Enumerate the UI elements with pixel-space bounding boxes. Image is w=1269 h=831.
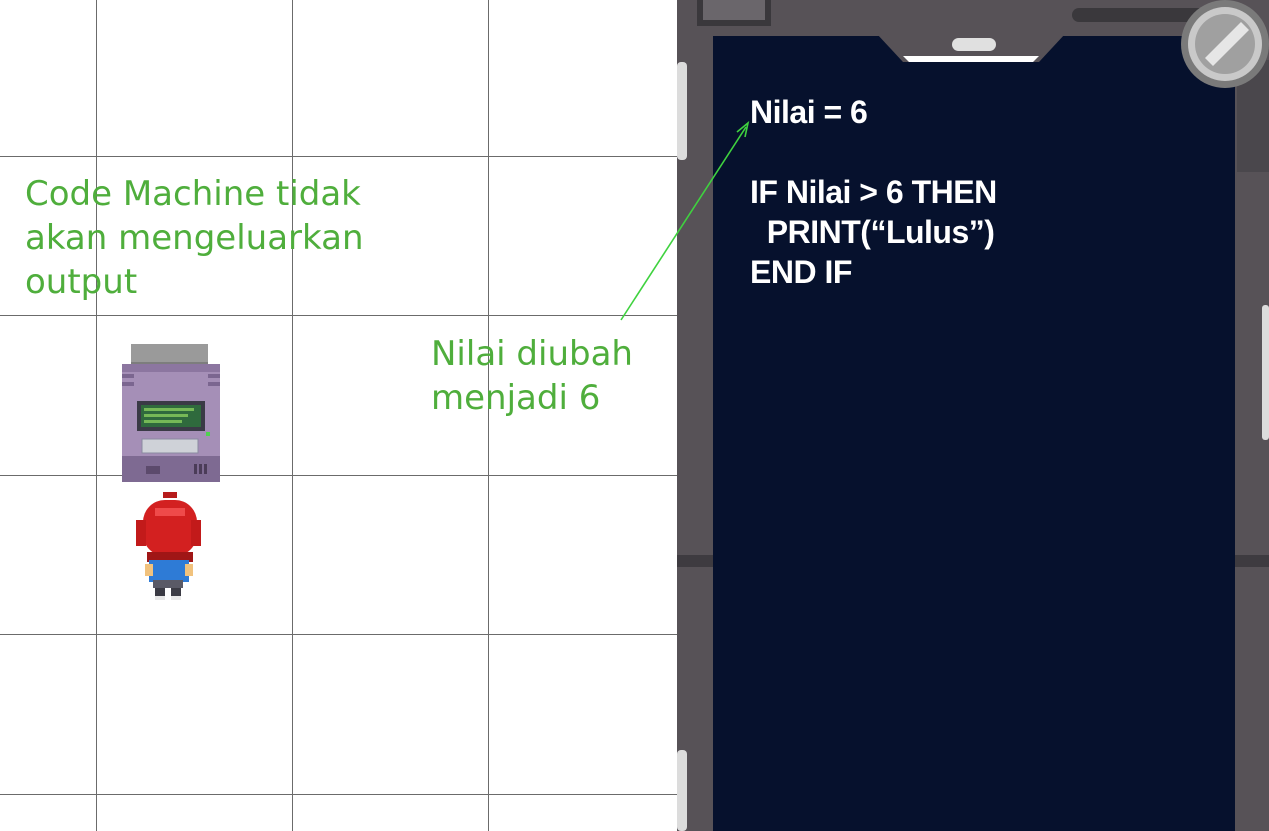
code-line: Nilai = 6 xyxy=(750,94,868,130)
code-line: IF Nilai > 6 THEN xyxy=(750,174,997,210)
grid-line xyxy=(96,0,97,831)
magnifier-icon[interactable] xyxy=(1179,0,1269,92)
code-line: END IF xyxy=(750,254,852,290)
code-line: PRINT(“Lulus”) xyxy=(750,214,995,250)
code-panel: Nilai = 6 IF Nilai > 6 THEN PRINT(“Lulus”… xyxy=(677,0,1269,831)
code-editor: Nilai = 6 IF Nilai > 6 THEN PRINT(“Lulus”… xyxy=(750,92,997,292)
code-machine-annotation: Code Machine tidak akan mengeluarkan out… xyxy=(25,174,364,302)
grid-line xyxy=(292,0,293,831)
grid-line xyxy=(0,156,677,157)
grid-line xyxy=(0,634,677,635)
player-character-sprite[interactable] xyxy=(133,492,203,602)
grid-line xyxy=(0,475,677,476)
code-machine-sprite[interactable] xyxy=(122,344,220,482)
grid-line xyxy=(0,794,677,795)
value-change-annotation: Nilai diubah menjadi 6 xyxy=(431,334,633,418)
grid-line xyxy=(0,315,677,316)
